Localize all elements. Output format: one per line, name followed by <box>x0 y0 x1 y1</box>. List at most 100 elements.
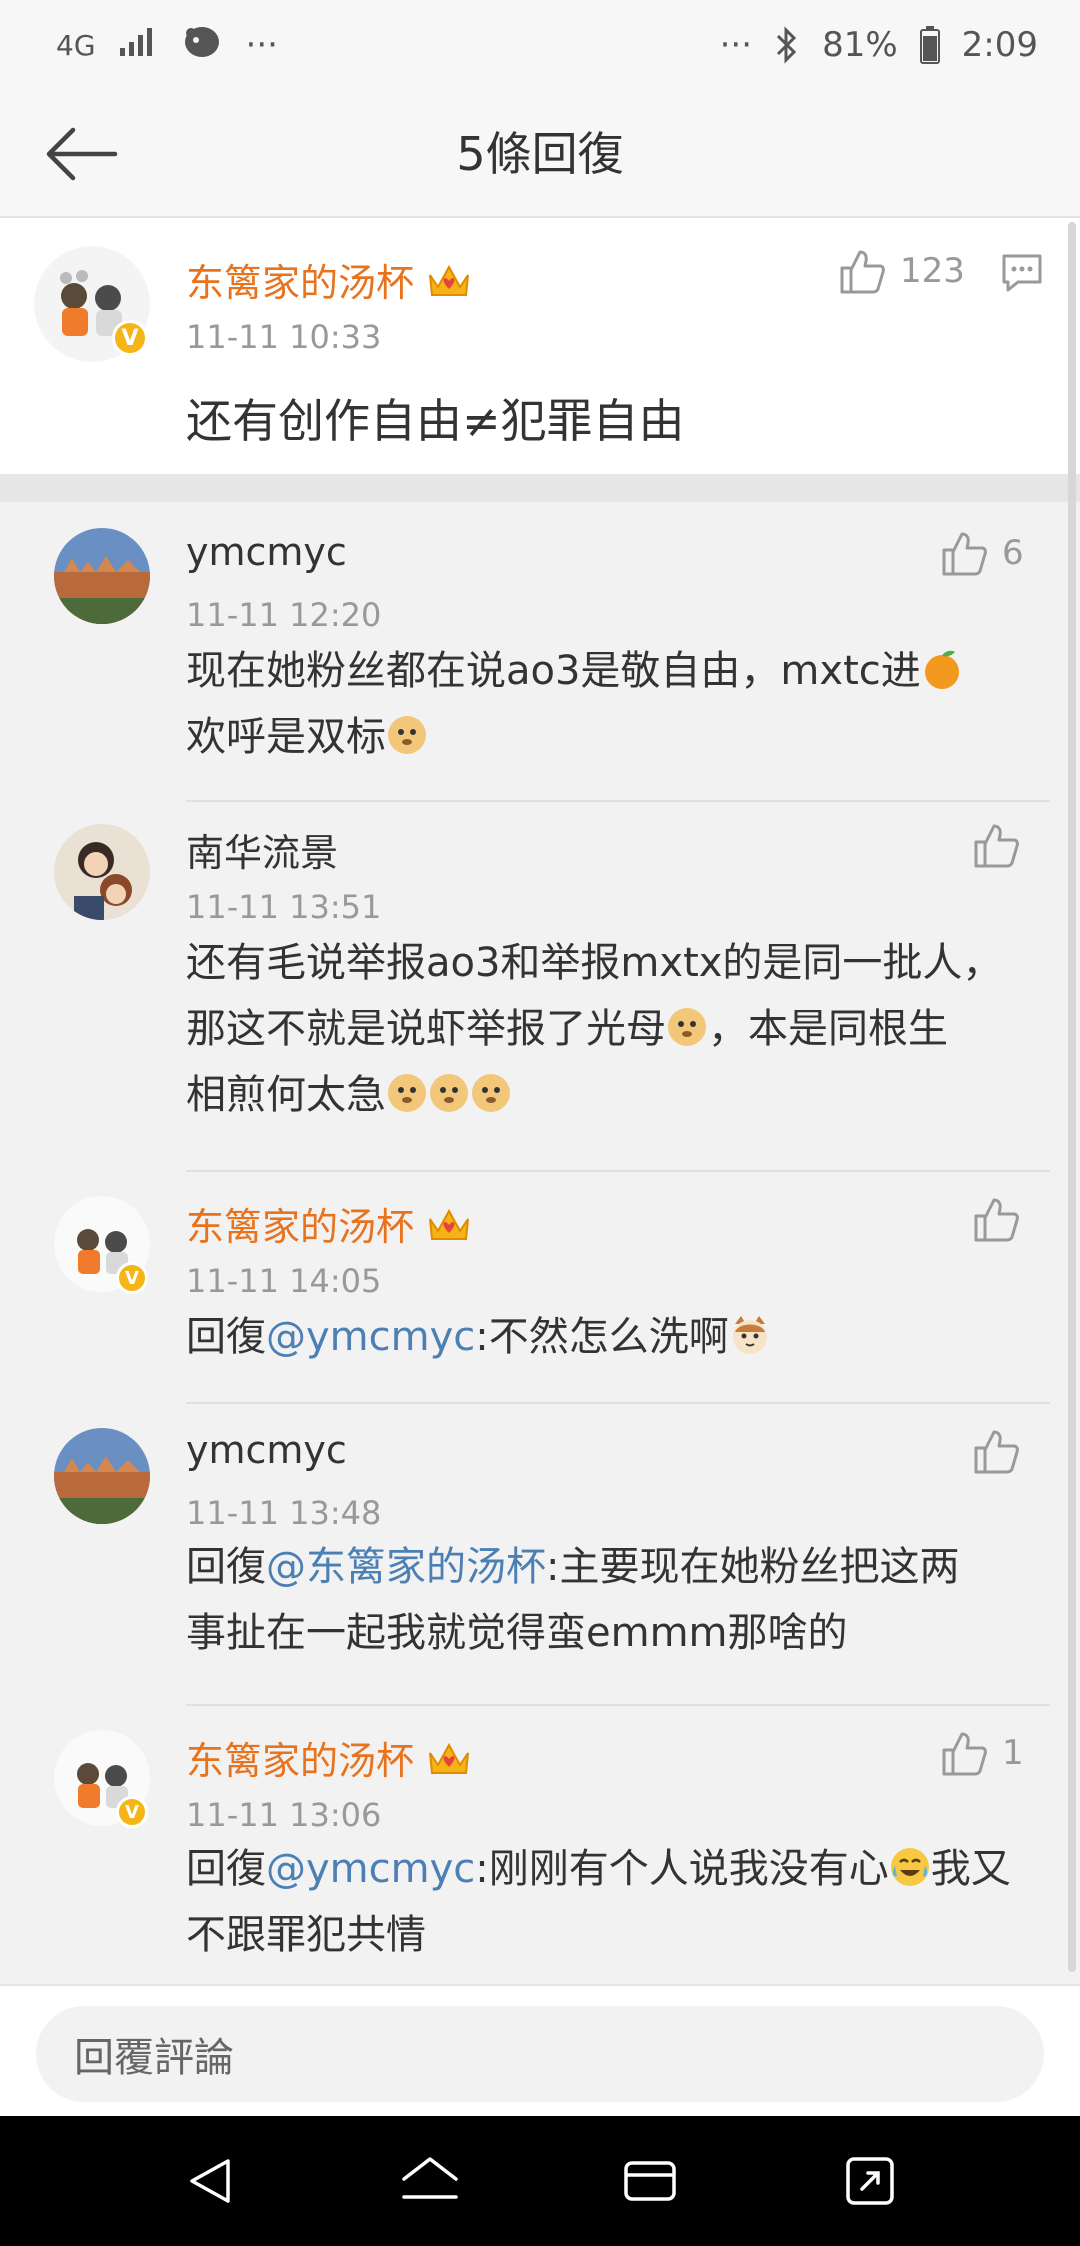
comment-text-line: :刚刚有个人说我没有心 <box>475 1846 889 1892</box>
vip-crown-icon <box>426 1205 472 1254</box>
author-name[interactable]: ymcmyc <box>186 530 347 574</box>
like-button[interactable]: 1 <box>940 1730 1024 1776</box>
comment-time: 11-11 14:05 <box>186 1262 382 1300</box>
clock: 2:09 <box>961 25 1038 65</box>
scrollbar[interactable] <box>1068 222 1076 1972</box>
reply-item: V 东篱家的汤杯 11-11 14:05 回復@ymcmyc:不然怎么洗啊 <box>0 1172 1080 1404</box>
comment-text-line: 欢呼是双标 <box>186 714 386 760</box>
comment-text: 回復@ymcmyc:刚刚有个人说我没有心 我又 不跟罪犯共情 <box>186 1836 1011 1968</box>
verified-badge-icon: V <box>116 1262 148 1294</box>
doge-emoji-icon <box>386 1068 428 1112</box>
nav-home-icon[interactable] <box>390 2141 470 2221</box>
top-bar: 5條回復 <box>0 90 1080 218</box>
author-name-text: 东篱家的汤杯 <box>186 261 415 305</box>
comment-text-line: 我又 <box>930 1846 1011 1892</box>
reply-list: ymcmyc 11-11 12:20 6 现在她粉丝都在说ao3是敬自由，mxt… <box>0 502 1080 1984</box>
comment-thread[interactable]: V 东篱家的汤杯 11-11 10:33 123 还有创作自由≠犯罪自由 ymc… <box>0 218 1080 1984</box>
orange-emoji-icon <box>921 644 963 689</box>
comment-text: 回復@东篱家的汤杯:主要现在她粉丝把这两 事扯在一起我就觉得蛮emmm那啥的 <box>186 1534 959 1666</box>
comment-text-line: 现在她粉丝都在说ao3是敬自由，mxtc进 <box>186 648 921 694</box>
reply-prefix: 回復 <box>186 1544 266 1590</box>
app-notification-icon <box>180 21 224 70</box>
user-mention-link[interactable]: @东篱家的汤杯 <box>266 1544 546 1590</box>
like-button[interactable]: 123 <box>838 248 965 294</box>
signal-icon <box>118 24 158 67</box>
comment-time: 11-11 12:20 <box>186 596 382 634</box>
comment-time: 11-11 13:51 <box>186 888 382 926</box>
nav-expand-icon[interactable] <box>830 2141 910 2221</box>
like-button[interactable] <box>972 1196 1034 1242</box>
author-name[interactable]: 东篱家的汤杯 <box>186 1730 472 1788</box>
like-count: 6 <box>1002 533 1024 573</box>
cat-emoji-icon <box>729 1310 771 1354</box>
author-name[interactable]: 南华流景 <box>186 822 338 877</box>
doge-emoji-icon <box>666 1002 708 1046</box>
doge-emoji-icon <box>386 710 428 754</box>
comment-text-line: 还有毛说举报ao3和举报mxtx的是同一批人， <box>186 940 1003 986</box>
reply-bar: 回覆評論 <box>0 1984 1080 2116</box>
comment-text-line: 事扯在一起我就觉得蛮emmm那啥的 <box>186 1610 848 1656</box>
comment-text: 回復@ymcmyc:不然怎么洗啊 <box>186 1304 771 1370</box>
doge-emoji-icon <box>470 1068 512 1112</box>
avatar[interactable] <box>54 1428 150 1524</box>
like-button[interactable]: 6 <box>940 530 1024 576</box>
section-separator <box>0 474 1080 502</box>
thumbs-up-icon <box>942 1732 987 1776</box>
avatar[interactable] <box>54 528 150 624</box>
author-name[interactable]: 东篱家的汤杯 <box>186 252 472 310</box>
author-name[interactable]: 东篱家的汤杯 <box>186 1196 472 1254</box>
nav-recents-icon[interactable] <box>610 2141 690 2221</box>
thumbs-up-icon <box>840 250 885 294</box>
nav-back-icon[interactable] <box>170 2141 250 2221</box>
comment-text: 还有创作自由≠犯罪自由 <box>186 394 685 448</box>
laugh-cry-emoji-icon <box>889 1842 931 1886</box>
thumbs-up-icon <box>974 824 1019 868</box>
vip-crown-icon <box>426 261 472 310</box>
comment-text-line: 不跟罪犯共情 <box>186 1912 426 1958</box>
avatar[interactable] <box>54 824 150 920</box>
battery-icon <box>919 26 940 64</box>
thumbs-up-icon <box>942 532 987 576</box>
reply-item: V 东篱家的汤杯 11-11 13:06 1 回復@ymcmyc:刚刚有个人说我… <box>0 1706 1080 1984</box>
comment-text: 现在她粉丝都在说ao3是敬自由，mxtc进 欢呼是双标 <box>186 638 963 770</box>
author-name-text: 东篱家的汤杯 <box>186 1205 415 1249</box>
comment-text: 还有毛说举报ao3和举报mxtx的是同一批人， 那这不就是说虾举报了光母 ，本是同… <box>186 930 1002 1128</box>
comment-text-line: 那这不就是说虾举报了光母 <box>186 1006 666 1052</box>
thumbs-up-icon <box>974 1198 1019 1242</box>
verified-badge-icon: V <box>116 1796 148 1828</box>
like-count: 1 <box>1002 1733 1024 1773</box>
doge-emoji-icon <box>428 1068 470 1112</box>
reply-item: ymcmyc 11-11 12:20 6 现在她粉丝都在说ao3是敬自由，mxt… <box>0 502 1080 802</box>
battery-percent: 81% <box>822 25 898 65</box>
network-label: 4G <box>56 28 96 62</box>
bluetooth-icon <box>774 25 800 65</box>
status-more-left: ··· <box>245 25 278 65</box>
like-button[interactable] <box>972 822 1034 868</box>
comment-text-line: 相煎何太急 <box>186 1072 386 1118</box>
comment-time: 11-11 10:33 <box>186 318 382 356</box>
reply-prefix: 回復 <box>186 1846 266 1892</box>
vip-crown-icon <box>426 1739 472 1788</box>
like-count: 123 <box>900 251 965 291</box>
author-name[interactable]: ymcmyc <box>186 1428 347 1472</box>
comment-time: 11-11 13:06 <box>186 1796 382 1834</box>
comment-icon[interactable] <box>1000 252 1044 298</box>
reply-prefix: 回復 <box>186 1314 266 1360</box>
reply-item: ymcmyc 11-11 13:48 回復@东篱家的汤杯:主要现在她粉丝把这两 … <box>0 1404 1080 1706</box>
status-bar: 4G ··· ··· 81% 2:09 <box>0 0 1080 90</box>
like-button[interactable] <box>972 1428 1034 1474</box>
user-mention-link[interactable]: @ymcmyc <box>266 1314 475 1360</box>
reply-item: 南华流景 11-11 13:51 还有毛说举报ao3和举报mxtx的是同一批人，… <box>0 802 1080 1172</box>
page-title: 5條回復 <box>456 127 624 181</box>
verified-badge-icon: V <box>112 320 148 356</box>
main-comment: V 东篱家的汤杯 11-11 10:33 123 还有创作自由≠犯罪自由 <box>0 218 1080 474</box>
user-mention-link[interactable]: @ymcmyc <box>266 1846 475 1892</box>
comment-text-line: ，本是同根生 <box>708 1006 948 1052</box>
thumbs-up-icon <box>974 1430 1019 1474</box>
system-nav-bar <box>0 2116 1080 2246</box>
reply-input[interactable]: 回覆評論 <box>36 2006 1044 2102</box>
status-more-right: ··· <box>719 25 753 65</box>
comment-text-line: :主要现在她粉丝把这两 <box>546 1544 960 1590</box>
comment-text-line: :不然怎么洗啊 <box>475 1314 729 1360</box>
author-name-text: 东篱家的汤杯 <box>186 1739 415 1783</box>
